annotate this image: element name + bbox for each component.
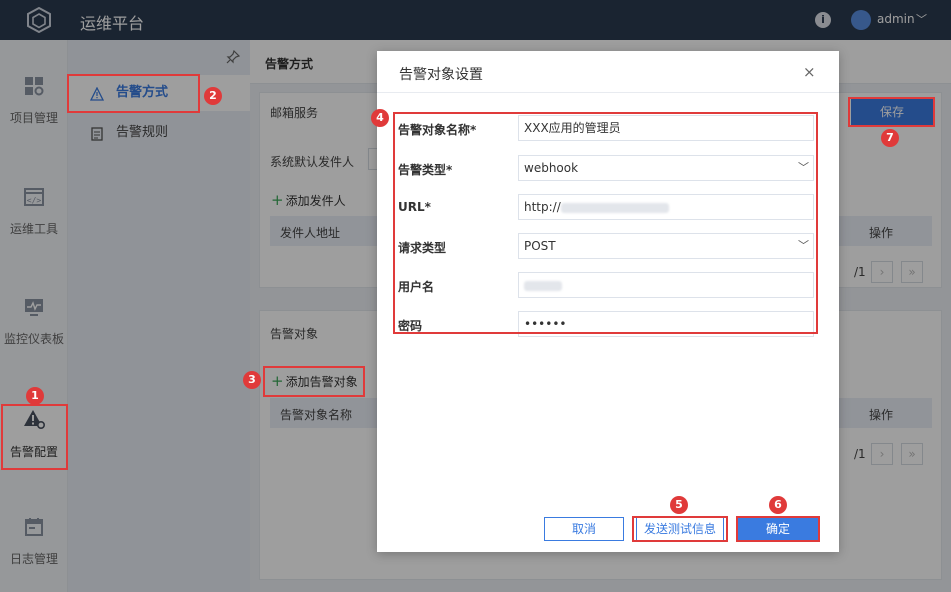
dialog-title: 告警对象设置 <box>399 67 483 83</box>
highlight-box <box>393 112 818 334</box>
close-icon[interactable]: × <box>803 63 816 81</box>
highlight-box <box>263 366 365 397</box>
highlight-box <box>848 97 935 127</box>
highlight-box <box>67 74 200 113</box>
highlight-box <box>632 516 728 542</box>
highlight-box <box>1 404 68 470</box>
dialog-header: 告警对象设置 × <box>377 51 839 93</box>
annotation-badge: 7 <box>881 129 899 147</box>
annotation-badge: 6 <box>769 496 787 514</box>
annotation-badge: 5 <box>670 496 688 514</box>
annotation-badge: 1 <box>26 387 44 405</box>
annotation-badge: 3 <box>243 371 261 389</box>
cancel-button[interactable]: 取消 <box>544 517 624 541</box>
highlight-box <box>736 516 820 542</box>
annotation-badge: 4 <box>371 109 389 127</box>
annotation-badge: 2 <box>204 87 222 105</box>
